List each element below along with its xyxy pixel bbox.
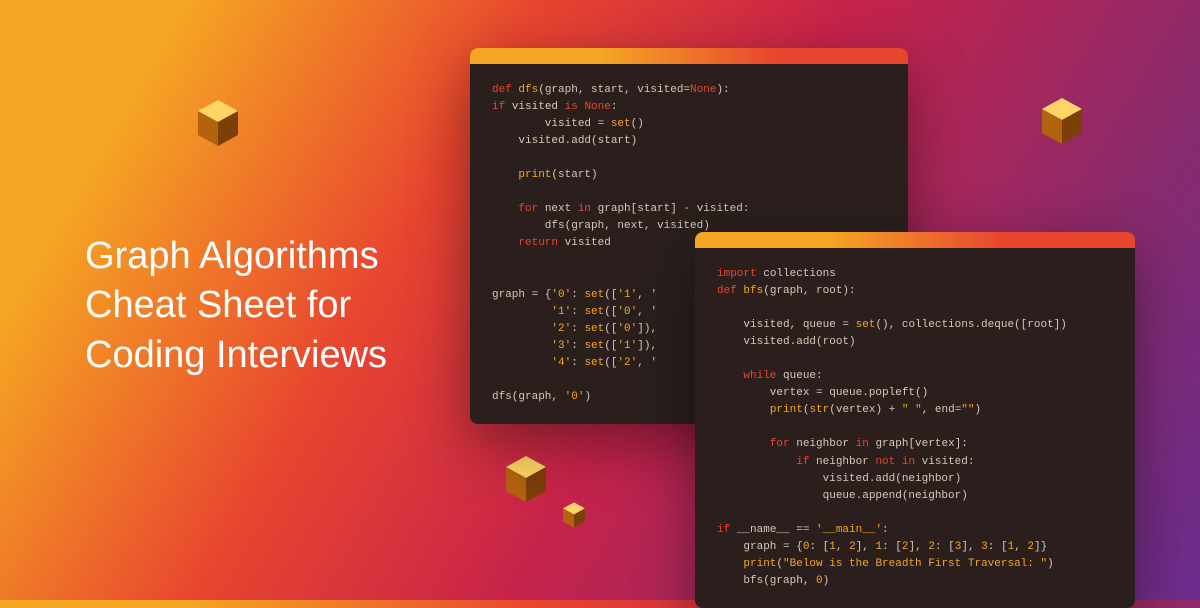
cube-icon xyxy=(198,100,238,146)
cube-icon xyxy=(1042,98,1082,144)
page-title: Graph Algorithms Cheat Sheet for Coding … xyxy=(85,232,387,380)
window-titlebar xyxy=(470,48,908,64)
window-titlebar xyxy=(695,232,1135,248)
code-window-bfs: import collections def bfs(graph, root):… xyxy=(695,232,1135,608)
cube-icon xyxy=(563,502,585,527)
code-body-bfs: import collections def bfs(graph, root):… xyxy=(695,248,1135,608)
cube-icon xyxy=(506,456,546,502)
